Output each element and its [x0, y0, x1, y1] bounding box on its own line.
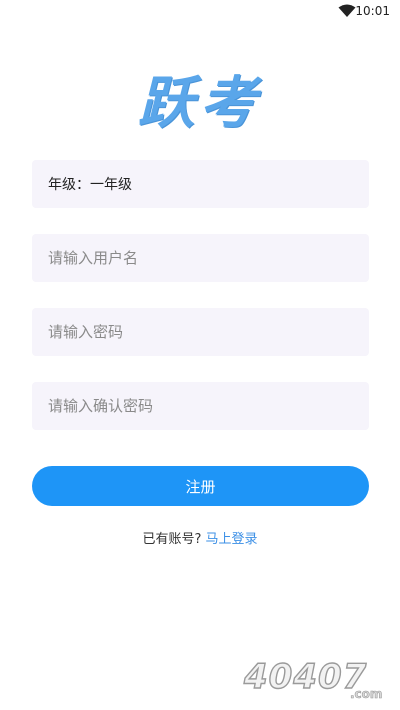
login-link[interactable]: 马上登录 [206, 532, 258, 547]
watermark-logo: 40407 .com [242, 656, 382, 701]
have-account-text: 已有账号? [142, 532, 206, 547]
confirm-password-input[interactable] [48, 397, 369, 415]
watermark-text: 40407 [243, 657, 367, 697]
confirm-password-field-container [32, 382, 369, 430]
register-button[interactable]: 注册 [32, 466, 369, 506]
watermark-suffix: .com [350, 687, 382, 701]
password-field-container [32, 308, 369, 356]
username-input[interactable] [48, 249, 369, 267]
status-time: 10:01 [355, 4, 390, 18]
username-field-container [32, 234, 369, 282]
password-input[interactable] [48, 323, 369, 341]
grade-selector[interactable]: 年级：一年级 [32, 160, 369, 208]
wifi-icon [338, 4, 356, 17]
status-bar: 10:01 [0, 0, 400, 24]
app-logo: 跃考 [138, 70, 262, 136]
grade-label: 年级：一年级 [48, 177, 132, 193]
login-prompt: 已有账号? 马上登录 [0, 528, 400, 547]
